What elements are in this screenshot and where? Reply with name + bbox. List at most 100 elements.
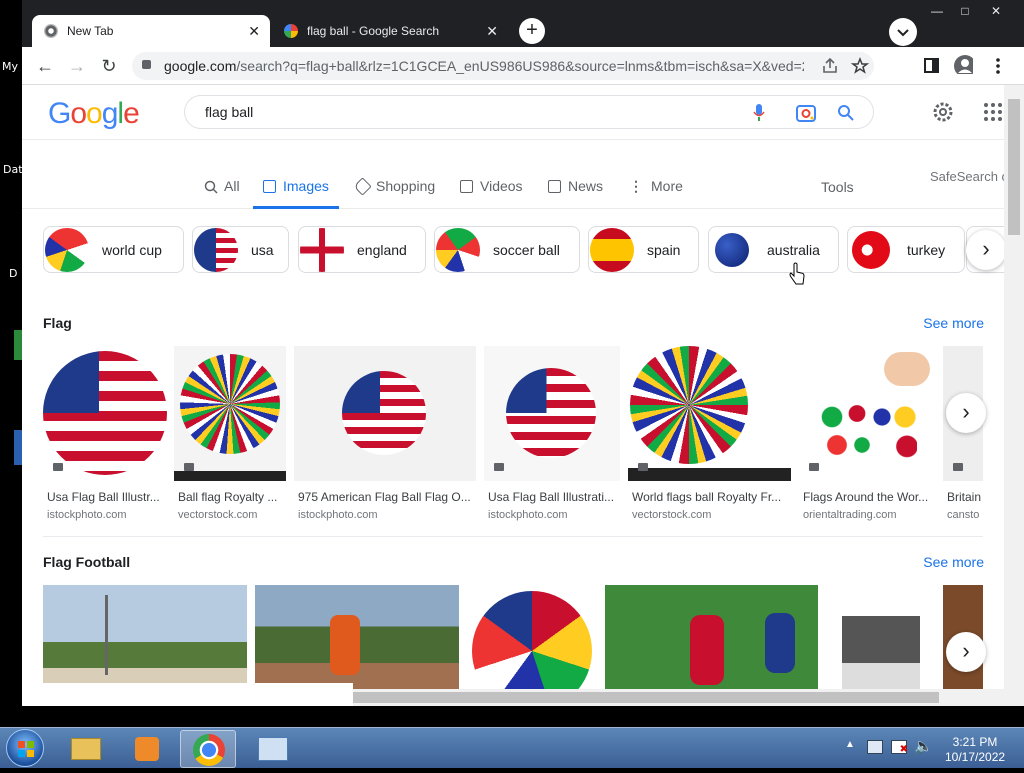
maximize-button[interactable]: □ bbox=[952, 2, 978, 20]
image-icon bbox=[494, 463, 504, 471]
close-tab-icon[interactable]: ✕ bbox=[486, 23, 498, 39]
scrollbar-thumb[interactable] bbox=[1008, 99, 1020, 235]
image-result-card[interactable] bbox=[467, 585, 597, 689]
chip-soccer-ball[interactable]: soccer ball bbox=[434, 226, 580, 273]
newspaper-icon bbox=[548, 180, 561, 193]
settings-gear-icon[interactable] bbox=[931, 100, 955, 124]
image-result-card[interactable]: Flags Around the Wor... orientaltrading.… bbox=[799, 346, 935, 526]
start-button[interactable] bbox=[6, 729, 44, 767]
network-icon[interactable] bbox=[867, 740, 883, 754]
tab-search-button[interactable] bbox=[889, 18, 917, 46]
tab-all[interactable]: All bbox=[204, 177, 240, 209]
desktop-icon-label[interactable]: My bbox=[2, 60, 18, 73]
image-result-card[interactable]: 975 American Flag Ball Flag O... istockp… bbox=[294, 346, 476, 526]
side-panel-icon[interactable] bbox=[922, 56, 942, 76]
chip-usa[interactable]: usa bbox=[192, 226, 289, 273]
search-icon[interactable] bbox=[837, 104, 855, 122]
image-icon bbox=[638, 463, 648, 471]
close-window-button[interactable]: ✕ bbox=[983, 2, 1009, 20]
section-title-flag-football: Flag Football bbox=[43, 554, 131, 570]
chrome-icon bbox=[44, 24, 58, 38]
search-nav-tabs: All Images Shopping Videos News ⋮ More bbox=[22, 177, 1024, 209]
control-panel-taskbar-button[interactable] bbox=[244, 730, 300, 768]
see-more-link[interactable]: See more bbox=[923, 554, 984, 570]
image-result-card[interactable] bbox=[605, 585, 818, 689]
new-tab-button[interactable]: + bbox=[519, 18, 545, 44]
tab-more[interactable]: ⋮ More bbox=[629, 177, 683, 209]
share-icon[interactable] bbox=[820, 56, 840, 76]
media-player-taskbar-button[interactable] bbox=[119, 730, 175, 768]
tag-icon bbox=[353, 177, 372, 196]
image-result-card[interactable]: Britain cansto bbox=[943, 346, 983, 526]
chip-thumbnail bbox=[436, 227, 480, 272]
tab-shopping[interactable]: Shopping bbox=[353, 177, 435, 209]
google-favicon-icon bbox=[284, 24, 298, 38]
chip-turkey[interactable]: turkey bbox=[847, 226, 965, 273]
page-bottom-strip bbox=[22, 683, 353, 706]
flag-section-next-button[interactable]: › bbox=[946, 393, 986, 433]
url-text: google.com/search?q=flag+ball&rlz=1C1GCE… bbox=[164, 58, 804, 74]
result-image bbox=[467, 585, 597, 689]
show-hidden-icons-icon[interactable]: ▲ bbox=[845, 739, 855, 750]
address-bar[interactable]: google.com/search?q=flag+ball&rlz=1C1GCE… bbox=[132, 52, 874, 80]
image-result-card[interactable]: Ball flag Royalty ... vectorstock.com bbox=[174, 346, 286, 526]
desktop-icon[interactable] bbox=[14, 430, 22, 465]
image-result-card[interactable] bbox=[255, 585, 459, 689]
lens-camera-icon[interactable] bbox=[795, 103, 817, 123]
result-image bbox=[799, 346, 935, 481]
system-clock[interactable]: 3:21 PM 10/17/2022 bbox=[945, 735, 1005, 765]
close-tab-icon[interactable]: ✕ bbox=[248, 23, 260, 39]
chrome-taskbar-button[interactable] bbox=[180, 730, 236, 768]
chip-england[interactable]: england bbox=[298, 226, 426, 273]
desktop-icon[interactable] bbox=[14, 330, 22, 360]
more-vert-icon: ⋮ bbox=[629, 178, 643, 194]
bookmark-star-icon[interactable] bbox=[850, 56, 870, 76]
tab-images[interactable]: Images bbox=[253, 177, 339, 209]
image-result-card[interactable]: Usa Flag Ball Illustr... istockphoto.com bbox=[43, 346, 167, 526]
profile-avatar-icon[interactable] bbox=[953, 54, 973, 74]
back-button[interactable]: ← bbox=[34, 56, 56, 78]
scrollbar-thumb[interactable] bbox=[353, 692, 939, 703]
google-logo[interactable]: Google bbox=[48, 97, 140, 131]
image-result-card[interactable]: World flags ball Royalty Fr... vectorsto… bbox=[628, 346, 791, 526]
file-explorer-taskbar-button[interactable] bbox=[58, 730, 114, 768]
chip-thumbnail bbox=[45, 227, 89, 272]
tools-button[interactable]: Tools bbox=[821, 179, 854, 195]
google-apps-icon[interactable] bbox=[983, 102, 1003, 122]
forward-button[interactable]: → bbox=[66, 56, 88, 78]
kebab-menu-icon[interactable] bbox=[988, 56, 1008, 76]
result-image bbox=[842, 585, 920, 689]
tab-flag-ball-search[interactable]: flag ball - Google Search ✕ bbox=[272, 15, 508, 47]
search-box[interactable]: flag ball bbox=[184, 95, 874, 129]
result-caption: Usa Flag Ball Illustrati... bbox=[488, 490, 615, 504]
desktop-icon-label[interactable]: D bbox=[9, 267, 17, 280]
media-player-icon bbox=[135, 737, 159, 761]
tab-new-tab[interactable]: New Tab ✕ bbox=[32, 15, 270, 47]
minimize-button[interactable]: — bbox=[924, 2, 950, 20]
result-image bbox=[43, 585, 247, 689]
reload-button[interactable]: ↻ bbox=[98, 56, 120, 78]
result-source: istockphoto.com bbox=[298, 509, 378, 521]
chip-spain[interactable]: spain bbox=[588, 226, 699, 273]
chip-world-cup[interactable]: world cup bbox=[43, 226, 184, 273]
image-icon bbox=[184, 463, 194, 471]
chips-next-button[interactable]: › bbox=[966, 230, 1006, 270]
volume-icon[interactable]: 🔈 bbox=[914, 737, 933, 755]
football-section-next-button[interactable]: › bbox=[946, 632, 986, 672]
chip-australia[interactable]: australia bbox=[708, 226, 839, 273]
desktop-icon-label[interactable]: Dat bbox=[3, 163, 23, 176]
horizontal-scrollbar[interactable] bbox=[353, 689, 1004, 706]
vertical-scrollbar[interactable] bbox=[1004, 85, 1024, 706]
tab-news[interactable]: News bbox=[548, 177, 603, 209]
search-icon bbox=[204, 180, 218, 194]
image-result-card[interactable] bbox=[842, 585, 920, 689]
result-source: cansto bbox=[947, 509, 980, 521]
image-result-card[interactable] bbox=[43, 585, 247, 689]
microphone-icon[interactable] bbox=[752, 103, 766, 123]
see-more-link[interactable]: See more bbox=[923, 315, 984, 331]
action-center-flag-icon[interactable]: ✖ bbox=[891, 740, 908, 755]
tab-videos[interactable]: Videos bbox=[460, 177, 523, 209]
image-result-card[interactable]: Usa Flag Ball Illustrati... istockphoto.… bbox=[484, 346, 620, 526]
chip-thumbnail bbox=[852, 230, 890, 269]
search-query-text[interactable]: flag ball bbox=[205, 104, 253, 120]
